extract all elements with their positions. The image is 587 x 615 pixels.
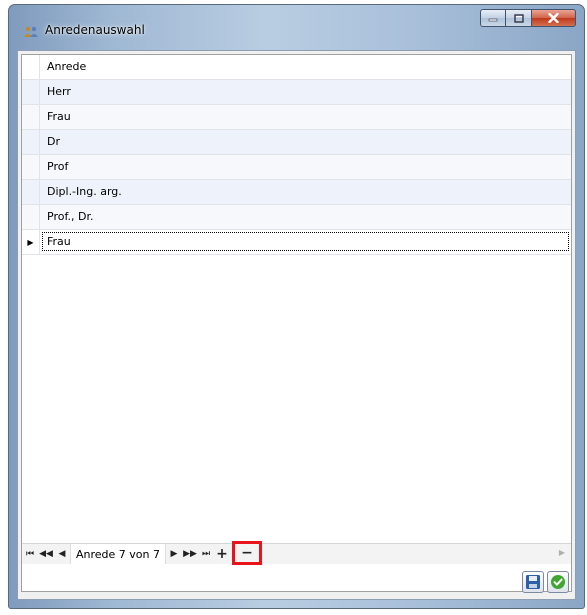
save-button[interactable] bbox=[522, 571, 544, 593]
minimize-icon bbox=[488, 18, 498, 22]
people-icon bbox=[23, 26, 39, 38]
row-indicator-current[interactable]: ▶ bbox=[22, 230, 40, 254]
ok-button[interactable] bbox=[547, 571, 569, 593]
row-indicator[interactable] bbox=[22, 155, 40, 179]
row-indicator[interactable] bbox=[22, 105, 40, 129]
save-disk-icon bbox=[526, 575, 540, 589]
cell-anrede[interactable]: Frau bbox=[47, 110, 71, 123]
current-row-arrow-icon: ▶ bbox=[27, 237, 34, 247]
anrede-grid[interactable]: Anrede Herr Frau Dr Prof Dipl.-Ing. arg. bbox=[21, 54, 572, 592]
fast-forward-icon: ▶▶ bbox=[183, 549, 197, 559]
anredenauswahl-window: Anredenauswahl Anrede Herr Frau Dr Prof … bbox=[8, 4, 585, 609]
table-row[interactable]: Prof., Dr. bbox=[22, 205, 571, 230]
cell-anrede[interactable]: Dipl.-Ing. arg. bbox=[47, 185, 122, 198]
client-area: Anrede Herr Frau Dr Prof Dipl.-Ing. arg. bbox=[17, 50, 576, 600]
cell-anrede[interactable]: Frau bbox=[47, 235, 71, 248]
column-header-anrede[interactable]: Anrede bbox=[47, 60, 86, 73]
next-icon: ▶ bbox=[170, 549, 178, 559]
maximize-icon bbox=[513, 13, 524, 23]
row-indicator[interactable] bbox=[22, 80, 40, 104]
table-row-current[interactable]: ▶ Frau bbox=[22, 230, 571, 255]
table-row[interactable]: Herr bbox=[22, 80, 571, 105]
title-bar[interactable]: Anredenauswahl bbox=[9, 5, 584, 49]
table-row[interactable]: Frau bbox=[22, 105, 571, 130]
caption-buttons bbox=[480, 9, 576, 27]
dialog-footer bbox=[18, 559, 575, 599]
grid-header-row: Anrede bbox=[22, 55, 571, 80]
table-row[interactable]: Dr bbox=[22, 130, 571, 155]
focused-cell[interactable] bbox=[42, 232, 569, 251]
first-record-icon: ⏮ bbox=[25, 549, 35, 559]
minimize-button[interactable] bbox=[480, 9, 506, 27]
row-indicator[interactable] bbox=[22, 205, 40, 229]
cell-anrede[interactable]: Prof., Dr. bbox=[47, 210, 94, 223]
cell-anrede[interactable]: Prof bbox=[47, 160, 68, 173]
close-icon bbox=[548, 13, 559, 23]
previous-icon: ◀ bbox=[58, 549, 66, 559]
maximize-button[interactable] bbox=[506, 9, 532, 27]
checkmark-ok-icon bbox=[551, 575, 565, 589]
header-indicator-cell bbox=[22, 55, 40, 79]
cell-anrede[interactable]: Dr bbox=[47, 135, 60, 148]
rewind-icon: ◀◀ bbox=[39, 549, 53, 559]
row-indicator[interactable] bbox=[22, 180, 40, 204]
window-title: Anredenauswahl bbox=[45, 23, 145, 37]
table-row[interactable]: Dipl.-Ing. arg. bbox=[22, 180, 571, 205]
table-row[interactable]: Prof bbox=[22, 155, 571, 180]
scroll-right-arrow-icon[interactable]: ▶ bbox=[559, 548, 565, 557]
last-record-icon: ⏭ bbox=[201, 549, 211, 559]
cell-anrede[interactable]: Herr bbox=[47, 85, 71, 98]
close-button[interactable] bbox=[532, 9, 576, 27]
row-indicator[interactable] bbox=[22, 130, 40, 154]
